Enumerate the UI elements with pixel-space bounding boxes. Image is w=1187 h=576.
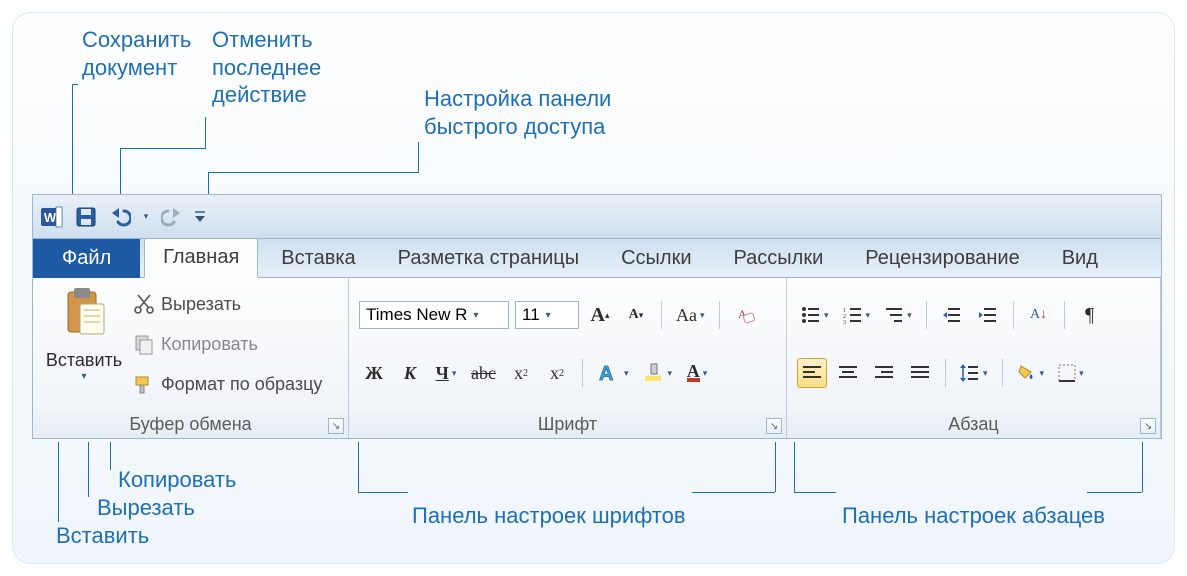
copy-label: Копировать — [161, 334, 258, 355]
align-right-icon — [875, 365, 893, 381]
font-color-button[interactable]: A▾ — [682, 358, 712, 388]
callout-para-panel: Панель настроек абзацев — [842, 502, 1105, 530]
tab-view[interactable]: Вид — [1043, 239, 1117, 278]
align-center-icon — [839, 365, 857, 381]
highlight-button[interactable]: ▾ — [639, 358, 677, 388]
font-family-combo[interactable]: Times New R ▾ — [359, 301, 509, 329]
justify-icon — [911, 365, 929, 381]
clear-formatting-button[interactable]: A — [730, 300, 760, 330]
decrease-indent-button[interactable] — [937, 300, 967, 330]
tab-page-layout[interactable]: Разметка страницы — [379, 239, 598, 278]
text-effects-button[interactable]: A▾ — [593, 358, 633, 388]
grow-font-button[interactable]: A▴ — [585, 300, 615, 330]
quick-access-toolbar: W ▾ — [33, 195, 1161, 239]
redo-button[interactable] — [157, 202, 187, 232]
underline-button[interactable]: Ч▾ — [431, 358, 461, 388]
callout-font-panel: Панель настроек шрифтов — [412, 502, 686, 530]
font-size-combo[interactable]: 11 ▾ — [515, 301, 579, 329]
tab-mailings[interactable]: Рассылки — [715, 239, 843, 278]
align-right-button[interactable] — [869, 358, 899, 388]
clipboard-dialog-launcher[interactable]: ↘ — [328, 418, 344, 434]
strikethrough-button[interactable]: abc — [467, 358, 500, 388]
qat-customize-dropdown[interactable] — [191, 202, 209, 232]
tab-review[interactable]: Рецензирование — [846, 239, 1038, 278]
sort-button[interactable]: A↓ — [1024, 300, 1054, 330]
cut-button[interactable]: Вырезать — [133, 291, 322, 317]
justify-button[interactable] — [905, 358, 935, 388]
shrink-font-button[interactable]: A▾ — [621, 300, 651, 330]
shading-button[interactable]: ▾ — [1013, 358, 1049, 388]
bold-button[interactable]: Ж — [359, 358, 389, 388]
bullets-icon — [801, 306, 821, 324]
highlight-icon — [643, 362, 665, 384]
ribbon-tabs: Файл Главная Вставка Разметка страницы С… — [33, 239, 1161, 278]
paste-button[interactable]: Вставить ▾ — [46, 286, 122, 382]
bullets-button[interactable]: ▾ — [797, 300, 833, 330]
italic-button[interactable]: К — [395, 358, 425, 388]
tab-file[interactable]: Файл — [33, 239, 140, 278]
show-marks-button[interactable]: ¶ — [1075, 300, 1105, 330]
line-spacing-icon — [960, 364, 980, 382]
format-painter-button[interactable]: Формат по образцу — [133, 371, 322, 397]
svg-text:3: 3 — [843, 320, 846, 324]
app-icon[interactable]: W — [37, 202, 67, 232]
subscript-button[interactable]: x2 — [506, 358, 536, 388]
borders-icon — [1058, 364, 1076, 382]
change-case-button[interactable]: Aa▾ — [672, 300, 709, 330]
numbering-icon: 123 — [843, 306, 863, 324]
ribbon-window: W ▾ Файл Главная Вставка Разметка стран — [32, 194, 1162, 439]
undo-dropdown[interactable]: ▾ — [139, 202, 153, 232]
ribbon-panels: Вставить ▾ Вырезать Копировать — [33, 278, 1161, 438]
tab-insert[interactable]: Вставка — [262, 239, 374, 278]
callout-save: Сохранить документ — [82, 26, 191, 81]
eraser-icon: A — [734, 304, 756, 326]
format-painter-label: Формат по образцу — [161, 374, 322, 395]
multilevel-icon — [884, 306, 904, 324]
superscript-button[interactable]: x2 — [542, 358, 572, 388]
outdent-icon — [942, 306, 962, 324]
clipboard-group-label: Буфер обмена — [129, 414, 251, 435]
panel-clipboard: Вставить ▾ Вырезать Копировать — [33, 278, 349, 438]
callout-qat: Настройка панели быстрого доступа — [424, 85, 611, 140]
paint-bucket-icon — [1017, 364, 1037, 382]
document-figure: Сохранить документ Отменить последнее де… — [12, 12, 1175, 564]
line-spacing-button[interactable]: ▾ — [956, 358, 992, 388]
svg-text:A: A — [599, 363, 613, 384]
tab-references[interactable]: Ссылки — [602, 239, 710, 278]
align-left-icon — [803, 365, 821, 381]
callout-copy: Копировать — [118, 466, 236, 494]
paragraph-dialog-launcher[interactable]: ↘ — [1140, 418, 1156, 434]
text-effects-icon: A — [597, 362, 621, 384]
borders-button[interactable]: ▾ — [1054, 358, 1088, 388]
panel-paragraph: ▾ 123▾ ▾ — [787, 278, 1161, 438]
paragraph-group-label: Абзац — [948, 414, 999, 435]
multilevel-list-button[interactable]: ▾ — [880, 300, 916, 330]
callout-undo: Отменить последнее действие — [212, 26, 321, 109]
numbering-button[interactable]: 123▾ — [839, 300, 875, 330]
callout-cut: Вырезать — [97, 494, 195, 522]
font-group-label: Шрифт — [538, 414, 597, 435]
indent-icon — [978, 306, 998, 324]
tab-home[interactable]: Главная — [144, 238, 258, 278]
font-dialog-launcher[interactable]: ↘ — [766, 418, 782, 434]
undo-button[interactable] — [105, 202, 135, 232]
svg-text:W: W — [44, 210, 57, 225]
increase-indent-button[interactable] — [973, 300, 1003, 330]
align-center-button[interactable] — [833, 358, 863, 388]
save-button[interactable] — [71, 202, 101, 232]
panel-font: Times New R ▾ 11 ▾ A▴ A▾ — [349, 278, 787, 438]
align-left-button[interactable] — [797, 358, 827, 388]
callout-paste: Вставить — [56, 522, 149, 550]
font-size-value: 11 — [522, 305, 540, 325]
copy-button[interactable]: Копировать — [133, 331, 322, 357]
cut-label: Вырезать — [161, 294, 241, 315]
paste-label: Вставить — [46, 350, 122, 371]
font-family-value: Times New R — [366, 305, 467, 325]
